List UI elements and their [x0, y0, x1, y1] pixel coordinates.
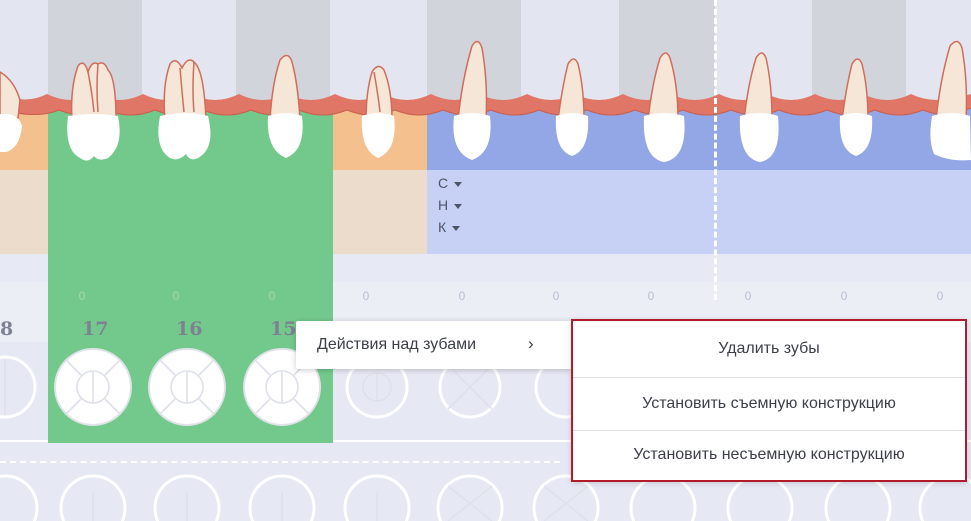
submenu-teeth-actions[interactable]: Действия над зубами — [317, 336, 476, 354]
tooth-value: 0 — [936, 289, 944, 303]
surface-dropdown-k[interactable]: К — [438, 219, 461, 235]
surface-dropdown-c[interactable]: С — [438, 175, 463, 191]
tooth-value: 0 — [552, 289, 560, 303]
teeth-actions-submenu: Удалить зубы Установить съемную конструк… — [571, 319, 967, 482]
tooth-value: 0 — [78, 289, 86, 303]
teeth-illustration — [0, 40, 971, 162]
tooth-value: 0 — [362, 289, 370, 303]
caret-down-icon — [452, 225, 461, 231]
tooth-number: 15 — [270, 318, 297, 340]
caret-down-icon — [454, 181, 463, 187]
tooth-value: 0 — [268, 289, 276, 303]
tooth-value: 0 — [744, 289, 752, 303]
tooth-value: 0 — [647, 289, 655, 303]
surface-zone-blue — [427, 170, 971, 254]
chevron-right-icon: › — [528, 334, 534, 353]
tooth-value: 0 — [840, 289, 848, 303]
menu-item-install-fixed[interactable]: Установить несъемную конструкцию — [573, 429, 965, 481]
jaw-midline-divider — [714, 0, 717, 300]
upper-lower-divider — [0, 461, 560, 463]
tooth-number: 17 — [82, 318, 109, 340]
dental-chart: С Н К 0 0 0 0 0 0 0 0 0 0 8 17 16 15 Дей… — [0, 0, 971, 521]
tooth-number: 16 — [176, 318, 203, 340]
caret-down-icon — [454, 203, 463, 209]
menu-item-install-removable[interactable]: Установить съемную конструкцию — [573, 378, 965, 430]
context-menu: Действия над зубами › — [296, 321, 572, 369]
surface-dropdown-n[interactable]: Н — [438, 197, 463, 213]
tooth-value: 0 — [172, 289, 180, 303]
tooth-value: 0 — [458, 289, 466, 303]
tooth-number: 8 — [0, 318, 14, 340]
menu-item-delete-teeth[interactable]: Удалить зубы — [573, 323, 965, 375]
